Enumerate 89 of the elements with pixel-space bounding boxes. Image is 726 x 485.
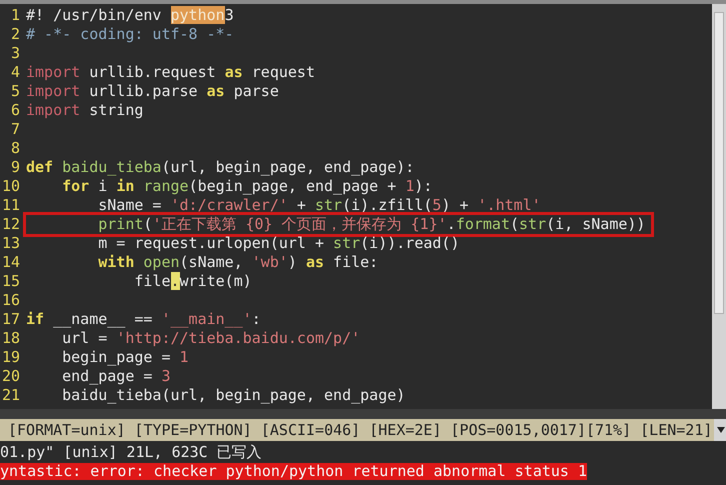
code-text: ) + bbox=[441, 196, 470, 214]
line-number: 8 bbox=[10, 138, 21, 158]
line-number: 19 bbox=[0, 348, 21, 367]
line-number: 4 bbox=[10, 62, 21, 82]
code-text: + bbox=[296, 196, 307, 214]
code-text: urllib.parse bbox=[88, 82, 199, 100]
code-number: 3 bbox=[161, 366, 170, 385]
line-number: 6 bbox=[10, 100, 21, 120]
code-keyword: in bbox=[116, 176, 134, 195]
code-keyword: with bbox=[97, 252, 134, 271]
scrollbar[interactable] bbox=[712, 4, 726, 410]
code-function: range bbox=[142, 176, 189, 195]
line-number: 16 bbox=[0, 290, 21, 310]
code-text: 3 bbox=[224, 6, 234, 24]
code-function: str bbox=[315, 196, 342, 214]
code-text: i bbox=[97, 176, 108, 195]
code-function: format bbox=[456, 214, 510, 233]
code-string: '.html' bbox=[478, 196, 541, 214]
code-text: string bbox=[88, 100, 144, 119]
code-function: print bbox=[97, 214, 144, 233]
line-number: 10 bbox=[0, 176, 21, 196]
code-text: ) bbox=[288, 252, 298, 271]
line-number: 5 bbox=[10, 82, 21, 101]
code-text: (i).zfill( bbox=[342, 196, 432, 214]
code-text: sName = bbox=[97, 196, 162, 214]
line-number: 7 bbox=[10, 120, 21, 139]
code-keyword: as bbox=[224, 62, 243, 81]
line-number: 21 bbox=[0, 386, 21, 405]
line-number: 18 bbox=[0, 328, 21, 348]
line-number: 11 bbox=[0, 196, 21, 215]
code-function: baidu_tieba bbox=[61, 158, 162, 176]
code-text: m = request.urlopen(url + bbox=[97, 234, 326, 252]
code-keyword: import bbox=[26, 62, 80, 81]
code-keyword: as bbox=[306, 252, 324, 271]
code-function: str bbox=[519, 214, 546, 233]
code-text: url = bbox=[61, 328, 108, 347]
code-text: baidu_tieba(url, begin_page, end_page) bbox=[61, 386, 406, 404]
error-message: yntastic: error: checker python/python returned abnormal status 1 bbox=[0, 463, 587, 480]
line-number: 1 bbox=[10, 6, 21, 25]
code-text: __name__ == bbox=[52, 310, 154, 328]
line-number: 17 bbox=[0, 310, 21, 329]
code-text: request bbox=[250, 62, 315, 81]
line-number: 9 bbox=[10, 158, 21, 177]
code-text: #! /usr/bin/env bbox=[26, 6, 162, 24]
line-number: 14 bbox=[0, 252, 21, 272]
code-text: ( bbox=[510, 214, 520, 233]
code-text: file: bbox=[332, 252, 378, 271]
code-text: : bbox=[252, 310, 261, 328]
code-text: parse bbox=[232, 82, 279, 100]
line-number: 2 bbox=[10, 24, 21, 44]
text-cursor: . bbox=[170, 272, 180, 290]
code-text: file bbox=[133, 272, 170, 290]
code-comment: # -*- coding: utf-8 -*- bbox=[26, 24, 234, 43]
code-text: ): bbox=[414, 176, 432, 195]
line-number: 12 bbox=[0, 214, 21, 234]
code-keyword: as bbox=[206, 82, 225, 100]
search-match: python bbox=[170, 6, 225, 24]
scrollbar-thumb[interactable] bbox=[714, 12, 724, 314]
line-number: 13 bbox=[0, 234, 21, 253]
code-function: str bbox=[333, 234, 360, 252]
code-text: (url, begin_page, end_page): bbox=[161, 158, 414, 176]
code-string: 'wb' bbox=[252, 252, 288, 271]
code-keyword: def bbox=[26, 158, 54, 176]
code-text: (begin_page, end_page + bbox=[188, 176, 398, 195]
line-number: 20 bbox=[0, 366, 21, 386]
code-text: (i, sName)) bbox=[546, 214, 646, 233]
code-string: '__main__' bbox=[161, 310, 252, 328]
line-number: 3 bbox=[10, 44, 21, 63]
code-number: 5 bbox=[432, 196, 442, 214]
code-keyword: import bbox=[26, 82, 80, 100]
code-keyword: import bbox=[26, 100, 80, 119]
code-text: . bbox=[446, 214, 456, 233]
scroll-down-icon[interactable] bbox=[717, 427, 726, 434]
code-text: (sName, bbox=[180, 252, 244, 271]
message-line: 01.py" [unix] 21L, 623C 已写入 bbox=[0, 443, 263, 462]
code-text: begin_page = bbox=[61, 348, 172, 366]
code-string: 'http://tieba.baidu.com/p/' bbox=[116, 328, 360, 347]
line-number: 15 bbox=[0, 272, 21, 291]
code-string: '正在下载第 {0} 个页面，并保存为 {1}' bbox=[152, 214, 447, 233]
code-text: urllib.request bbox=[88, 62, 217, 81]
code-keyword: if bbox=[26, 310, 44, 328]
code-keyword: for bbox=[61, 176, 90, 195]
code-text: ( bbox=[143, 214, 152, 233]
code-number: 1 bbox=[180, 348, 189, 366]
code-text: (i)).read() bbox=[360, 234, 460, 252]
code-string: 'd:/crawler/' bbox=[170, 196, 288, 214]
code-function: open bbox=[142, 252, 180, 271]
code-text: end_page = bbox=[61, 366, 154, 385]
code-number: 1 bbox=[405, 176, 414, 195]
